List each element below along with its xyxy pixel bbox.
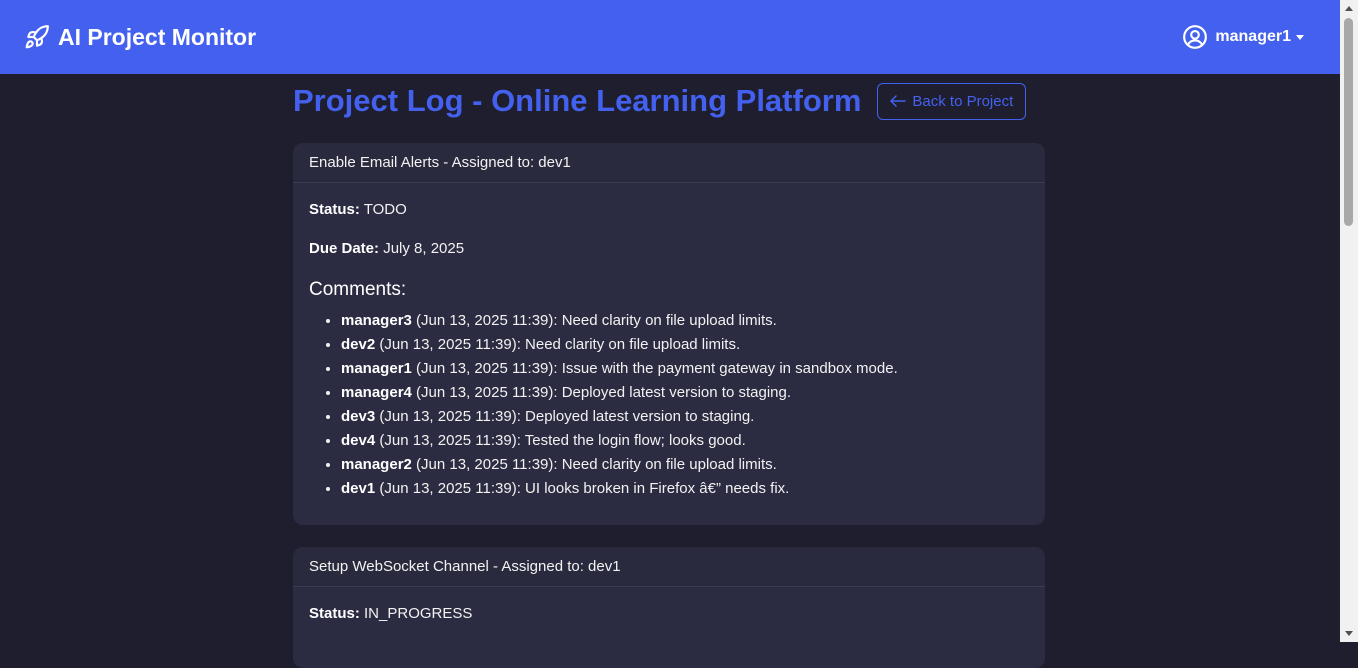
task-card-body: Status: IN_PROGRESS <box>293 587 1045 668</box>
back-to-project-button[interactable]: Back to Project <box>877 82 1027 120</box>
comment-text: (Jun 13, 2025 11:39): Deployed latest ve… <box>416 384 792 401</box>
comment-author: dev3 <box>341 408 376 425</box>
page-header: Project Log - Online Learning Platform B… <box>293 74 1045 128</box>
scroll-down-arrow-icon[interactable] <box>1345 631 1353 636</box>
comments-heading: Comments: <box>309 279 407 300</box>
arrow-left-icon <box>890 95 907 107</box>
brand-title: AI Project Monitor <box>58 23 257 50</box>
comment-text: (Jun 13, 2025 11:39): Need clarity on fi… <box>416 456 777 473</box>
comment-author: manager1 <box>341 360 412 377</box>
comment-text: (Jun 13, 2025 11:39): Issue with the pay… <box>416 360 898 377</box>
due-date-value: July 8, 2025 <box>383 240 465 257</box>
scrollbar-thumb[interactable] <box>1344 18 1353 226</box>
comment-item: dev1 (Jun 13, 2025 11:39): UI looks brok… <box>341 477 1029 501</box>
task-card: Enable Email Alerts - Assigned to: dev1 … <box>293 143 1045 525</box>
scroll-up-arrow-icon[interactable] <box>1345 6 1353 11</box>
comment-author: dev4 <box>341 432 376 449</box>
task-card-body: Status: TODO Due Date: July 8, 2025 Comm… <box>293 183 1045 525</box>
task-due-date: Due Date: July 8, 2025 <box>309 240 1029 257</box>
due-date-label: Due Date: <box>309 240 380 257</box>
navbar: AI Project Monitor manager1 <box>0 0 1340 74</box>
status-label: Status: <box>309 201 360 218</box>
comment-item: dev3 (Jun 13, 2025 11:39): Deployed late… <box>341 405 1029 429</box>
comment-text: (Jun 13, 2025 11:39): Deployed latest ve… <box>379 408 755 425</box>
status-value: IN_PROGRESS <box>364 605 473 622</box>
comment-item: manager1 (Jun 13, 2025 11:39): Issue wit… <box>341 357 1029 381</box>
page-scrollbar[interactable] <box>1340 0 1358 642</box>
task-card-header: Enable Email Alerts - Assigned to: dev1 <box>293 143 1045 183</box>
comment-author: manager4 <box>341 384 412 401</box>
username: manager1 <box>1215 28 1291 45</box>
comment-author: manager2 <box>341 456 412 473</box>
task-card: Setup WebSocket Channel - Assigned to: d… <box>293 547 1045 668</box>
comment-text: (Jun 13, 2025 11:39): UI looks broken in… <box>379 480 790 497</box>
comments-list: manager3 (Jun 13, 2025 11:39): Need clar… <box>309 309 1029 501</box>
main-content: Project Log - Online Learning Platform B… <box>293 74 1045 668</box>
brand-link[interactable]: AI Project Monitor <box>24 24 256 51</box>
comment-text: (Jun 13, 2025 11:39): Tested the login f… <box>379 432 746 449</box>
comment-text: (Jun 13, 2025 11:39): Need clarity on fi… <box>416 312 777 329</box>
back-button-label: Back to Project <box>912 92 1014 110</box>
comment-author: dev1 <box>341 480 376 497</box>
comment-author: manager3 <box>341 312 412 329</box>
comment-author: dev2 <box>341 336 376 353</box>
status-label: Status: <box>309 605 360 622</box>
rocket-icon <box>25 25 49 49</box>
task-status: Status: TODO <box>309 201 1029 218</box>
comment-text: (Jun 13, 2025 11:39): Need clarity on fi… <box>379 336 741 353</box>
comment-item: manager3 (Jun 13, 2025 11:39): Need clar… <box>341 309 1029 333</box>
task-card-header: Setup WebSocket Channel - Assigned to: d… <box>293 547 1045 587</box>
caret-down-icon <box>1296 34 1304 40</box>
comment-item: manager2 (Jun 13, 2025 11:39): Need clar… <box>341 453 1029 477</box>
page-title: Project Log - Online Learning Platform <box>293 83 862 118</box>
status-value: TODO <box>363 201 407 218</box>
comment-item: dev4 (Jun 13, 2025 11:39): Tested the lo… <box>341 429 1029 453</box>
comment-item: dev2 (Jun 13, 2025 11:39): Need clarity … <box>341 333 1029 357</box>
comment-item: manager4 (Jun 13, 2025 11:39): Deployed … <box>341 381 1029 405</box>
user-menu-dropdown[interactable]: manager1 <box>1182 24 1304 50</box>
task-status: Status: IN_PROGRESS <box>309 605 1029 622</box>
user-circle-icon <box>1183 25 1208 49</box>
